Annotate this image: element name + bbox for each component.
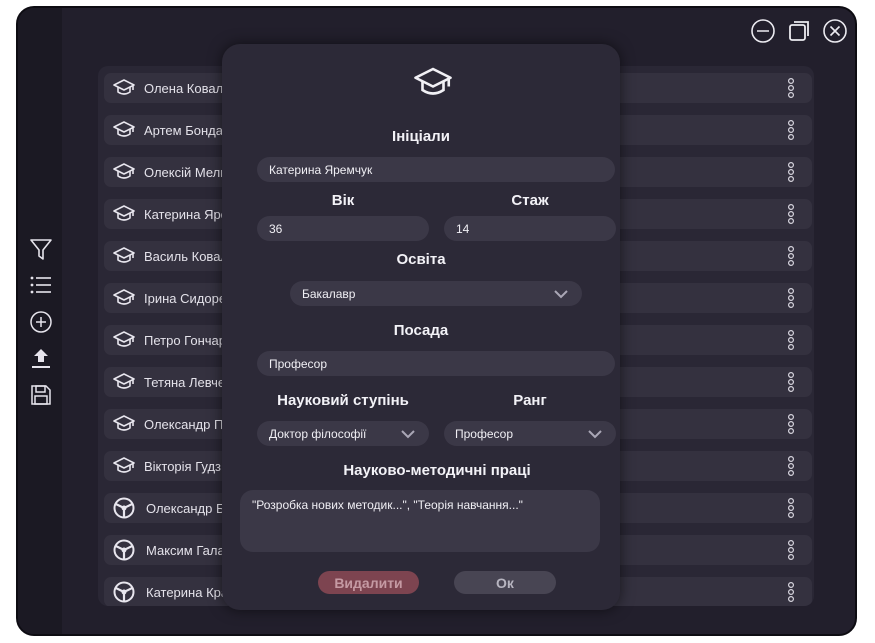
steering-wheel-icon: [112, 580, 136, 604]
minimize-icon[interactable]: [750, 18, 776, 44]
list-item-name: Вікторія Гудз: [144, 459, 221, 474]
more-options-icon[interactable]: [786, 287, 796, 309]
more-options-icon[interactable]: [786, 245, 796, 267]
list-item-name: Максим Галай: [146, 543, 232, 558]
more-options-icon[interactable]: [786, 119, 796, 141]
graduation-cap-icon: [112, 244, 136, 268]
maximize-icon[interactable]: [786, 18, 812, 44]
graduation-cap-icon: [112, 454, 136, 478]
list-item-name: Олексій Мельн: [144, 165, 235, 180]
close-icon[interactable]: [822, 18, 848, 44]
education-select[interactable]: Бакалавр: [290, 281, 582, 306]
list-icon[interactable]: [28, 272, 54, 298]
graduation-cap-icon: [112, 118, 136, 142]
works-label: Науково-методичні праці: [343, 462, 531, 479]
steering-wheel-icon: [112, 538, 136, 562]
chevron-down-icon: [588, 428, 602, 439]
more-options-icon[interactable]: [786, 329, 796, 351]
initials-label: Ініціали: [392, 128, 450, 145]
more-options-icon[interactable]: [786, 161, 796, 183]
list-item-name: Ірина Сидорен: [144, 291, 234, 306]
more-options-icon[interactable]: [786, 413, 796, 435]
initials-input[interactable]: Катерина Яремчук: [257, 157, 615, 182]
delete-button[interactable]: Видалити: [318, 571, 419, 594]
rank-select[interactable]: Професор: [444, 421, 616, 446]
graduation-cap-icon: [112, 160, 136, 184]
age-label: Вік: [331, 192, 355, 209]
add-circle-icon[interactable]: [28, 309, 54, 335]
graduation-cap-icon: [112, 76, 136, 100]
more-options-icon[interactable]: [786, 539, 796, 561]
rank-label: Ранг: [513, 392, 547, 409]
graduation-cap-icon: [112, 370, 136, 394]
more-options-icon[interactable]: [786, 455, 796, 477]
more-options-icon[interactable]: [786, 203, 796, 225]
list-item-name: Тетяна Левчен: [144, 375, 233, 390]
position-label: Посада: [393, 322, 449, 339]
upload-icon[interactable]: [28, 345, 54, 371]
sidebar: [18, 8, 62, 634]
more-options-icon[interactable]: [786, 497, 796, 519]
chevron-down-icon: [554, 288, 568, 299]
graduation-cap-icon: [112, 202, 136, 226]
graduation-cap-icon: [112, 328, 136, 352]
more-options-icon[interactable]: [786, 581, 796, 603]
filter-icon[interactable]: [28, 236, 54, 262]
graduation-cap-icon: [112, 286, 136, 310]
graduation-cap-icon: [412, 62, 454, 104]
education-label: Освіта: [396, 251, 446, 268]
age-input[interactable]: 36: [257, 216, 429, 241]
education-select-value: Бакалавр: [302, 287, 356, 301]
ok-button[interactable]: Ок: [454, 571, 556, 594]
graduation-cap-icon: [112, 412, 136, 436]
more-options-icon[interactable]: [786, 371, 796, 393]
rank-select-value: Професор: [455, 427, 514, 441]
experience-label: Стаж: [511, 192, 549, 209]
chevron-down-icon: [401, 428, 415, 439]
experience-input[interactable]: 14: [444, 216, 616, 241]
list-item-name: Петро Гончар: [144, 333, 226, 348]
save-icon[interactable]: [28, 382, 54, 408]
degree-select[interactable]: Доктор філософії: [257, 421, 429, 446]
steering-wheel-icon: [112, 496, 136, 520]
degree-select-value: Доктор філософії: [269, 427, 367, 441]
position-input[interactable]: Професор: [257, 351, 615, 376]
more-options-icon[interactable]: [786, 77, 796, 99]
works-textarea[interactable]: "Розробка нових методик...", "Теорія нав…: [240, 490, 600, 552]
degree-label: Науковий ступінь: [277, 392, 409, 409]
